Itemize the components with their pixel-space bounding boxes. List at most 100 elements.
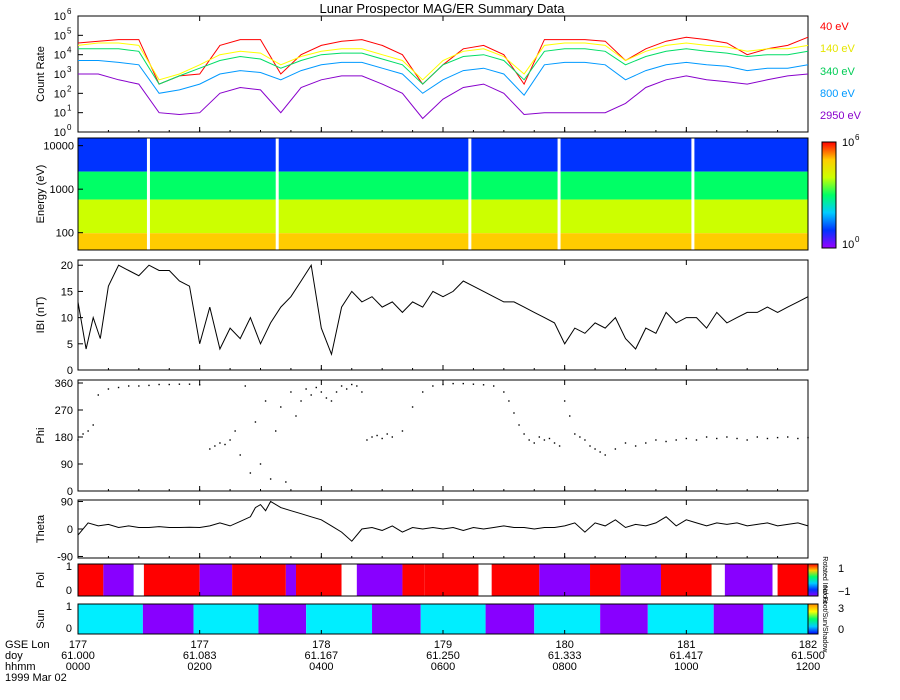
phi-point (178, 383, 181, 385)
phi-point (685, 437, 688, 440)
phi-point (452, 382, 454, 385)
colorbar-top-label: 1 (838, 563, 844, 575)
y-tick-label: 100 (56, 228, 74, 240)
phi-point (77, 439, 79, 441)
spectrogram-band (78, 233, 808, 250)
strip-segment (590, 564, 621, 596)
strip-segment (713, 604, 764, 634)
x-tick-hhmm: 1000 (674, 661, 698, 673)
phi-point (508, 400, 510, 402)
phi-point (538, 436, 541, 438)
phi-point (391, 436, 394, 438)
phi-point (726, 436, 728, 438)
phi-point (766, 437, 769, 440)
x-tick-hhmm: 0200 (187, 661, 211, 673)
y-tick-label: 1 (66, 561, 72, 573)
strip-segment (620, 564, 661, 596)
phi-point (563, 400, 566, 402)
phi-point (381, 437, 383, 440)
strip-segment (660, 564, 712, 596)
phi-point (269, 478, 272, 480)
data-gap (146, 138, 150, 250)
energy-colorbar (821, 141, 837, 249)
phi-point (376, 434, 378, 437)
legend-entry-40ev: 40 eV (820, 21, 849, 33)
strip-segment (491, 564, 540, 596)
strip-segment (356, 564, 403, 596)
strip-segment (306, 604, 373, 634)
phi-point (244, 385, 246, 387)
strip-segment (772, 564, 778, 596)
phi-point (503, 391, 505, 393)
phi-point (340, 385, 343, 387)
y-tick-label: 5 (67, 339, 73, 351)
legend-entry-2950ev: 2950 eV (820, 110, 862, 122)
y-axis-label: Pol (35, 572, 47, 588)
phi-point (528, 439, 530, 441)
colorbar-bottom-label: −1 (838, 586, 851, 598)
phi-point (797, 437, 799, 440)
phi-point (807, 436, 809, 439)
phi-point (285, 481, 287, 483)
phi-point (320, 391, 323, 393)
y-tick-exponent: 6 (67, 7, 72, 16)
phi-point (168, 383, 170, 386)
phi-point (209, 448, 211, 450)
strip-segment (485, 604, 535, 634)
phi-point (361, 391, 363, 393)
phi-point (148, 384, 150, 387)
strip-segment (402, 564, 425, 596)
phi-point (356, 385, 358, 387)
count-rate-legend: 40 eV 140 eV 340 eV 800 eV 2950 eV (820, 21, 862, 122)
strip-segment (534, 604, 601, 634)
strip-segment (478, 564, 492, 596)
phi-point (513, 412, 515, 414)
legend-entry-140ev: 140 eV (820, 43, 856, 55)
phi-point (411, 406, 414, 408)
figure-title: Lunar Prospector MAG/ER Summary Data (320, 1, 566, 16)
phi-point (188, 383, 191, 385)
y-tick-label: 0 (67, 365, 73, 377)
phi-point (604, 454, 606, 456)
phi-point (335, 391, 338, 393)
strip-segment (199, 564, 233, 596)
phi-point (523, 433, 525, 435)
phi-point (234, 430, 236, 432)
x-tick-hhmm: 0600 (431, 661, 455, 673)
summary-figure: Lunar Prospector MAG/ER Summary Data 40 … (5, 1, 862, 684)
phi-point (401, 430, 404, 432)
phi-point (275, 430, 277, 432)
strip-segment (341, 564, 357, 596)
y-axis-label: Sun (35, 609, 47, 629)
phi-point (716, 437, 718, 440)
phi-point (310, 394, 312, 396)
x-axis-labels: GSE Lon doy hhmm 1999 Mar 02 17761.00000… (5, 639, 825, 684)
phi-point (305, 388, 307, 390)
phi-point (548, 437, 551, 440)
y-tick-exponent: 2 (67, 84, 72, 93)
phi-point (325, 397, 328, 399)
y-tick-label: 10 (54, 127, 66, 139)
strip-segment (133, 564, 144, 596)
phi-point (614, 448, 617, 450)
data-gap (557, 138, 561, 250)
phi-point (756, 436, 759, 438)
y-tick-exponent: 4 (67, 46, 72, 55)
phi-point (492, 385, 495, 387)
phi-point (518, 424, 520, 426)
phi-point (87, 430, 89, 432)
series-line-1 (77, 42, 809, 81)
phi-point (594, 448, 596, 450)
plot-frame (77, 379, 809, 492)
y-tick-label: 10 (54, 88, 66, 100)
x-tick-hhmm: 0800 (552, 661, 576, 673)
data-gap (468, 138, 472, 250)
phi-point (280, 406, 282, 408)
phi-point (330, 400, 333, 402)
y-tick-label: 0 (66, 585, 72, 597)
y-tick-exponent: 5 (67, 26, 72, 35)
strip-segment (295, 564, 342, 596)
strip-segment (142, 604, 194, 634)
y-tick-label: 20 (61, 260, 73, 272)
phi-point (259, 463, 262, 465)
